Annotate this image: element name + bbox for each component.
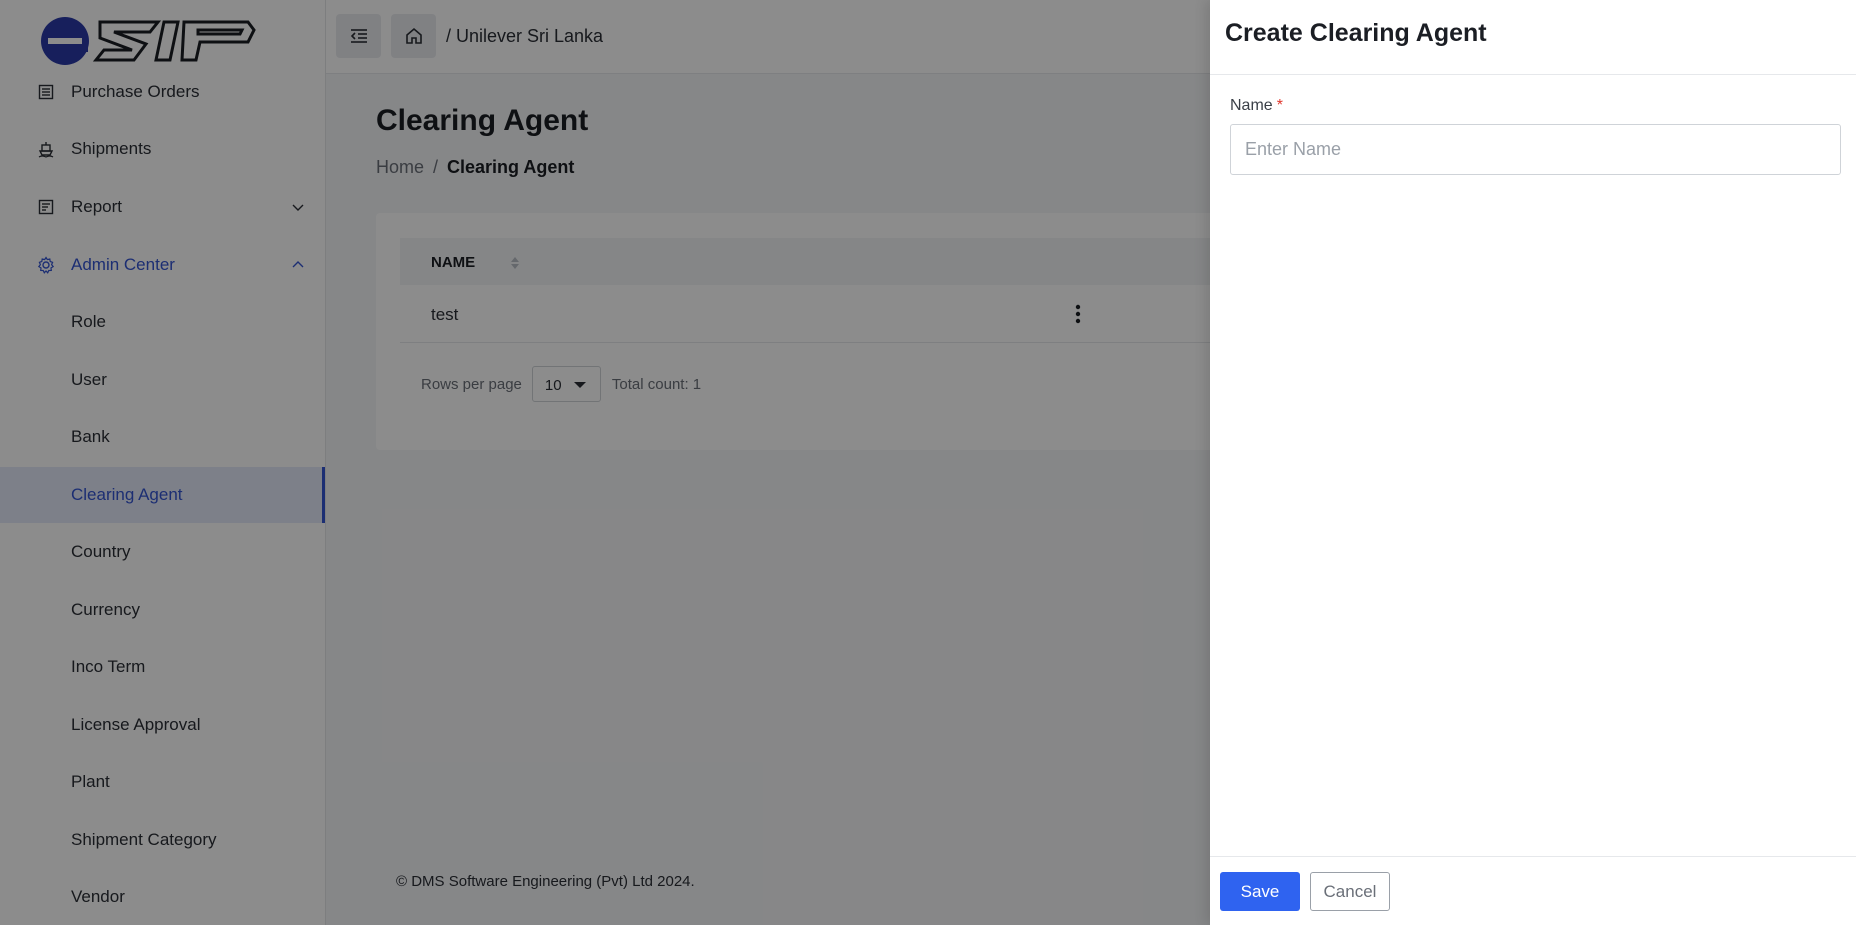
name-field-label: Name * xyxy=(1230,97,1283,115)
cancel-button[interactable]: Cancel xyxy=(1310,872,1390,911)
divider xyxy=(1210,74,1856,75)
required-marker: * xyxy=(1276,97,1283,114)
save-button[interactable]: Save xyxy=(1220,872,1300,911)
name-input[interactable] xyxy=(1230,124,1841,175)
name-label-text: Name xyxy=(1230,97,1273,114)
create-clearing-agent-drawer: Create Clearing Agent Name* Save Cancel xyxy=(1210,0,1856,925)
drawer-title: Create Clearing Agent xyxy=(1225,19,1487,47)
divider xyxy=(1210,856,1856,857)
